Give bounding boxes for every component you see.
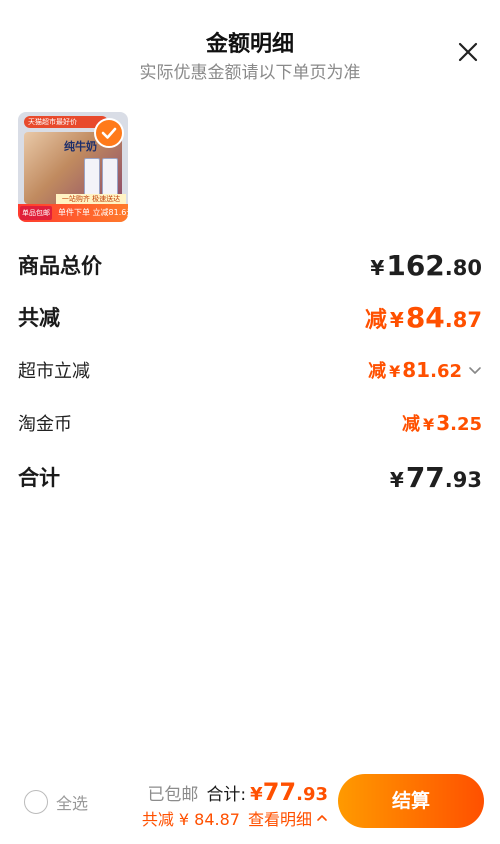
sheet-header: 金额明细 实际优惠金额请以下单页为准 (0, 0, 500, 90)
bar-reduce-text: 共减 ¥ 84.87 (141, 810, 240, 829)
total-reduce-price: 减 ¥ 84 .87 (365, 301, 482, 334)
checkout-bar: 全选 已包邮 合计: ¥ 77 .93 共减 ¥ 84.87 查看明细 结算 (0, 760, 500, 844)
supermarket-reduce-price: 减 ¥ 81 .62 (368, 357, 482, 383)
reduce-summary: 共减 ¥ 84.87 查看明细 (142, 806, 328, 830)
price-integer: 162 (386, 248, 445, 282)
total-reduce-row: 共减 减 ¥ 84 .87 (18, 300, 482, 334)
reduce-prefix: 减 (364, 307, 387, 333)
currency-symbol: ¥ (250, 784, 263, 805)
total-price: ¥ 77 .93 (390, 461, 482, 494)
free-shipping-text: 已包邮 (147, 785, 199, 805)
supermarket-reduce-row[interactable]: 超市立减 减 ¥ 81 .62 (18, 353, 482, 387)
price-integer: 81 (402, 358, 431, 382)
price-integer: 77 (262, 778, 297, 806)
total-summary: 已包邮 合计: ¥ 77 .93 (147, 778, 328, 806)
price-decimal: .25 (450, 414, 482, 435)
currency-symbol: ¥ (389, 362, 401, 381)
chevron-down-icon[interactable] (468, 363, 482, 377)
amount-detail-sheet: 金额明细 实际优惠金额请以下单页为准 天猫超市最好价 纯牛奶 一站购齐 极速送达… (0, 0, 500, 844)
reduce-prefix: 减 (402, 414, 421, 435)
close-icon[interactable] (454, 38, 482, 66)
bar-total-value: ¥ 77 .93 (250, 778, 328, 806)
price-integer: 77 (405, 460, 445, 494)
currency-symbol: ¥ (389, 467, 404, 492)
bar-total-label: 合计: (206, 785, 247, 805)
total-reduce-label: 共减 (18, 306, 60, 330)
price-decimal: .62 (430, 361, 462, 382)
currency-symbol: ¥ (423, 415, 435, 434)
select-all-radio[interactable] (24, 790, 48, 814)
price-decimal: .87 (444, 307, 482, 332)
sheet-title: 金额明细 (205, 32, 294, 57)
currency-symbol: ¥ (370, 255, 385, 280)
thumb-milk-label: 纯牛奶 (64, 140, 97, 153)
taojinbi-label: 淘金币 (18, 414, 72, 435)
selected-check-icon (94, 118, 124, 148)
goods-total-label: 商品总价 (18, 254, 102, 278)
price-integer: 84 (405, 300, 445, 334)
price-decimal: .93 (296, 784, 328, 805)
thumb-bottom-tag: 单品包邮 (20, 206, 52, 220)
checkout-button[interactable]: 结算 (338, 774, 484, 828)
chevron-up-icon (317, 815, 327, 821)
goods-total-price: ¥ 162 .80 (370, 249, 482, 282)
price-decimal: .80 (444, 255, 482, 280)
price-integer: 3 (436, 411, 451, 435)
reduce-prefix: 减 (368, 361, 387, 382)
view-detail-link[interactable]: 查看明细 (248, 806, 328, 830)
thumb-yellow-strip: 一站购齐 极速送达 (56, 194, 126, 204)
goods-total-row: 商品总价 ¥ 162 .80 (18, 248, 482, 282)
total-row: 合计 ¥ 77 .93 (18, 460, 482, 494)
price-decimal: .93 (444, 467, 482, 492)
milk-pack (84, 158, 100, 196)
select-all-label: 全选 (56, 794, 89, 813)
select-all-toggle[interactable]: 全选 (24, 790, 88, 814)
taojinbi-row: 淘金币 减 ¥ 3 .25 (18, 406, 482, 440)
supermarket-reduce-label: 超市立减 (18, 361, 90, 382)
sheet-subtitle: 实际优惠金额请以下单页为准 (139, 63, 361, 83)
milk-pack (102, 158, 118, 196)
total-label: 合计 (18, 466, 60, 490)
view-detail-label: 查看明细 (247, 810, 312, 829)
product-thumbnail[interactable]: 天猫超市最好价 纯牛奶 一站购齐 极速送达 单件下单 立减81.6元 单品包邮 (18, 112, 128, 222)
taojinbi-price: 减 ¥ 3 .25 (402, 410, 482, 436)
currency-symbol: ¥ (389, 307, 404, 332)
